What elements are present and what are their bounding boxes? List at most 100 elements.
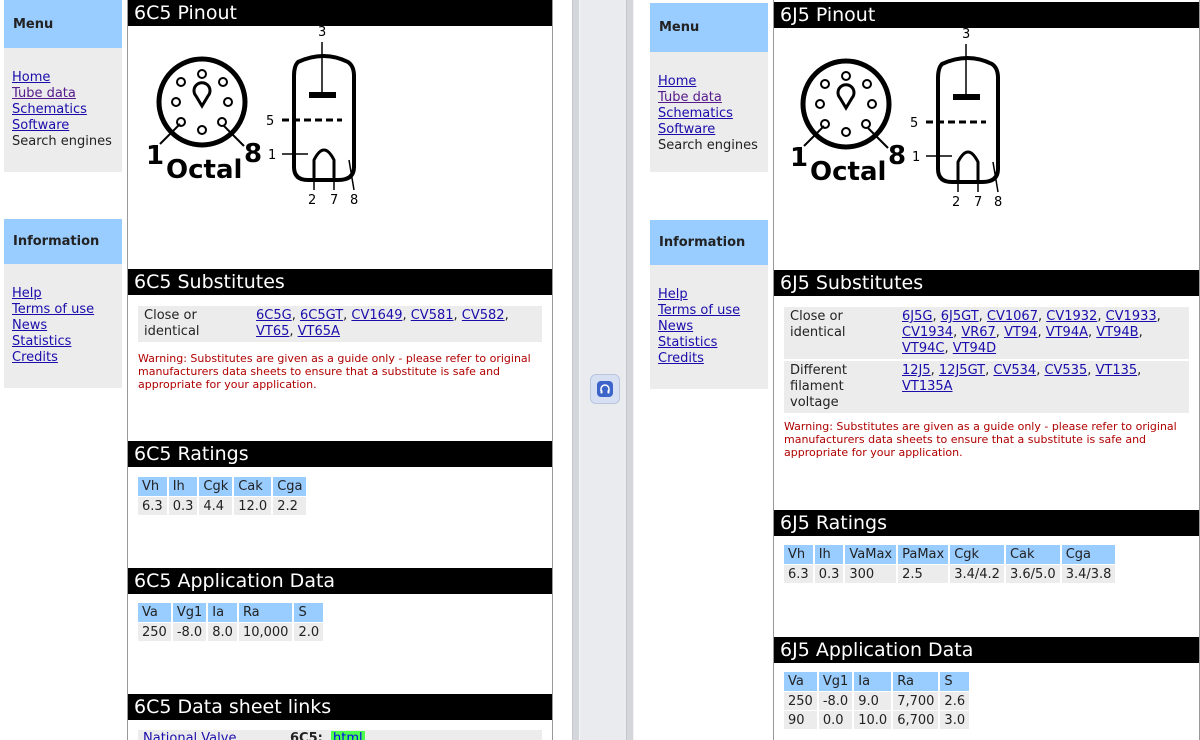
substitutes-row: Different filament voltage 12J5, 12J5GT,… <box>784 359 1189 413</box>
sub-link[interactable]: VT65A <box>298 324 340 339</box>
substitutes-section: 6C5 Substitutes Close or identical 6C5G,… <box>128 269 552 391</box>
table-cell: -8.0 <box>818 691 855 710</box>
table-cell: 3.4/3.8 <box>1061 564 1118 583</box>
sub-link[interactable]: CV535 <box>1044 363 1087 378</box>
sub-link[interactable]: VT135 <box>1096 363 1138 378</box>
menu-item-schematics[interactable]: Schematics <box>658 106 760 122</box>
sub-link[interactable]: 12J5GT <box>939 363 985 378</box>
split-view-button[interactable] <box>590 374 620 404</box>
sub-link[interactable]: 6C5GT <box>300 308 343 323</box>
table-cell: -8.0 <box>172 622 209 641</box>
info-item-terms[interactable]: Terms of use <box>658 303 760 319</box>
sub-link[interactable]: VT65 <box>256 324 289 339</box>
sub-link[interactable]: CV534 <box>993 363 1036 378</box>
sub-link[interactable]: CV582 <box>462 308 505 323</box>
information-heading: Information <box>4 219 122 264</box>
table-row: 250 -8.0 9.0 7,700 2.6 <box>784 691 972 710</box>
table-header-cell: VaMax <box>845 545 899 564</box>
info-item-news[interactable]: News <box>658 319 760 335</box>
sub-link[interactable]: CV1067 <box>987 309 1038 324</box>
application-title: 6J5 Application Data <box>774 637 1199 663</box>
substitutes-warning: Warning: Substitutes are given as a guid… <box>138 352 531 391</box>
sub-link[interactable]: 6J5G <box>902 309 932 324</box>
table-cell: 10.0 <box>854 710 894 729</box>
sub-link[interactable]: CV581 <box>411 308 454 323</box>
information-heading: Information <box>650 220 768 265</box>
sub-link[interactable]: CV1932 <box>1046 309 1097 324</box>
table-cell: 3.4/4.2 <box>950 564 1006 583</box>
ratings-table: Vh Ih Cgk Cak Cga 6.3 0.3 4.4 12.0 2.2 <box>138 477 309 515</box>
info-item-credits[interactable]: Credits <box>658 351 760 367</box>
substitutes-warning: Warning: Substitutes are given as a guid… <box>784 420 1177 459</box>
pane-divider-left[interactable] <box>572 0 580 740</box>
info-item-credits[interactable]: Credits <box>12 350 114 366</box>
info-item-statistics[interactable]: Statistics <box>658 335 760 351</box>
table-cell: 2.5 <box>898 564 951 583</box>
table-header-cell: Va <box>784 672 819 691</box>
table-cell: 7,700 <box>893 691 941 710</box>
application-section: 6C5 Application Data Va Vg1 Ia Ra S 250 -8.0 8.… <box>128 568 552 641</box>
pin2-label: 2 <box>952 195 960 210</box>
info-item-statistics[interactable]: Statistics <box>12 334 114 350</box>
table-row: 250 -8.0 8.0 10,000 2.0 <box>138 622 326 641</box>
sub-link[interactable]: VT94A <box>1046 325 1088 340</box>
menu-item-search-engines: Search engines <box>12 134 112 149</box>
info-item-help[interactable]: Help <box>658 287 760 303</box>
information-box: Help Terms of use News Statistics Credit… <box>4 264 122 388</box>
substitutes-row-label: Close or identical <box>784 307 896 359</box>
table-header-row: Vh Ih VaMax PaMax Cgk Cak Cga <box>784 545 1118 564</box>
info-item-terms[interactable]: Terms of use <box>12 302 114 318</box>
menu-item-software[interactable]: Software <box>12 118 114 134</box>
sub-link[interactable]: 12J5 <box>902 363 931 378</box>
application-section: 6J5 Application Data Va Vg1 Ia Ra S 250 -8.0 9.… <box>774 637 1199 729</box>
table-cell: 0.0 <box>818 710 855 729</box>
sub-link[interactable]: CV1649 <box>351 308 402 323</box>
sub-link[interactable]: VT94D <box>953 341 996 356</box>
ratings-title: 6J5 Ratings <box>774 510 1199 536</box>
substitutes-links: 6C5G, 6C5GT, CV1649, CV581, CV582, VT65,… <box>250 306 542 342</box>
sub-link[interactable]: VT94 <box>1004 325 1037 340</box>
right-pane: Menu Home Tube data Schematics Software … <box>634 0 1200 740</box>
info-item-help[interactable]: Help <box>12 286 114 302</box>
table-row: 6.3 0.3 300 2.5 3.4/4.2 3.6/5.0 3.4/3.8 <box>784 564 1118 583</box>
menu-item-home[interactable]: Home <box>658 74 760 90</box>
table-cell: 6,700 <box>893 710 941 729</box>
datasheet-section: 6C5 Data sheet links National Valve 6C5:… <box>128 694 552 740</box>
table-header-cell: Ih <box>814 545 846 564</box>
menu-box: Home Tube data Schematics Software Searc… <box>4 48 122 172</box>
substitutes-section: 6J5 Substitutes Close or identical 6J5G,… <box>774 270 1199 459</box>
sub-link[interactable]: VT94B <box>1096 325 1138 340</box>
table-header-row: Va Vg1 Ia Ra S <box>138 603 326 622</box>
pin-left-label: 1 <box>148 141 164 171</box>
menu-item-home[interactable]: Home <box>12 70 114 86</box>
table-cell: 10,000 <box>238 622 295 641</box>
sub-link[interactable]: CV1933 <box>1106 309 1157 324</box>
info-item-news[interactable]: News <box>12 318 114 334</box>
datasheet-tube-label: 6C5: <box>290 731 323 740</box>
table-header-cell: PaMax <box>898 545 951 564</box>
datasheet-html-link[interactable]: html <box>331 731 365 740</box>
pin2-label: 2 <box>308 193 316 208</box>
table-header-cell: S <box>294 603 326 622</box>
menu-item-tube-data[interactable]: Tube data <box>658 90 760 106</box>
table-header-cell: Vh <box>138 477 169 496</box>
menu-item-tube-data[interactable]: Tube data <box>12 86 114 102</box>
sub-link[interactable]: 6C5G <box>256 308 292 323</box>
pinout-diagram: 1 8 Octal 3 5 1 2 7 8 <box>148 25 358 208</box>
ratings-title: 6C5 Ratings <box>128 441 552 467</box>
substitutes-links: 12J5, 12J5GT, CV534, CV535, VT135, VT135… <box>896 359 1189 413</box>
substitutes-title: 6C5 Substitutes <box>128 269 552 295</box>
pane-divider-right[interactable] <box>626 0 634 740</box>
menu-item-software[interactable]: Software <box>658 122 760 138</box>
ratings-section: 6C5 Ratings Vh Ih Cgk Cak Cga 6.3 0.3 4.4 12.0 2.… <box>128 441 552 515</box>
sub-link[interactable]: VR67 <box>961 325 995 340</box>
sub-link[interactable]: VT135A <box>902 379 953 394</box>
menu-item-schematics[interactable]: Schematics <box>12 102 114 118</box>
pin8-label: 8 <box>350 193 358 208</box>
sub-link[interactable]: CV1934 <box>902 325 953 340</box>
pinout-section: 6J5 Pinout 1 8 Octal 3 5 1 2 7 8 <box>774 2 1199 210</box>
sub-link[interactable]: 6J5GT <box>941 309 979 324</box>
pin3-label: 3 <box>962 27 970 42</box>
datasheet-source-link[interactable]: National Valve <box>143 731 236 740</box>
sub-link[interactable]: VT94C <box>902 341 944 356</box>
